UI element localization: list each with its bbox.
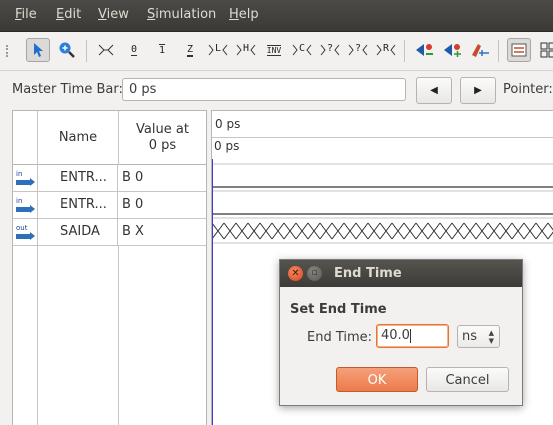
header-value[interactable]: Value at 0 ps xyxy=(119,111,206,165)
header-icon-cell xyxy=(13,111,38,165)
input-pin-icon: in xyxy=(13,192,38,218)
section-heading: Set End Time xyxy=(290,302,387,317)
waveform-view-icon[interactable] xyxy=(507,38,531,62)
minimize-icon[interactable]: ▫ xyxy=(307,266,322,281)
signal-table: Name Value at 0 ps in ENTR... B 0 in ENT… xyxy=(12,110,207,425)
signal-name: ENTR... xyxy=(38,192,118,218)
master-time-bar-input[interactable]: 0 ps xyxy=(122,78,406,101)
pointer-label: Pointer: xyxy=(503,82,553,97)
snap-to-transition-icon[interactable] xyxy=(412,38,436,62)
menu-edit[interactable]: Edit xyxy=(56,7,81,22)
next-transition-button[interactable]: ▶ xyxy=(460,77,496,104)
triangle-left-icon: ◀ xyxy=(430,85,438,96)
header-name[interactable]: Name xyxy=(38,111,119,165)
cancel-button[interactable]: Cancel xyxy=(426,367,509,392)
arbitrary-value-icon[interactable]: ? xyxy=(346,38,370,62)
table-row[interactable]: in ENTR... B 0 xyxy=(13,192,206,219)
dialog-titlebar[interactable]: ✕ ▫ End Time xyxy=(280,260,522,287)
toolbar-grip[interactable] xyxy=(6,45,12,57)
weak-low-icon[interactable]: L xyxy=(206,38,230,62)
menu-simulation[interactable]: Simulation xyxy=(147,7,216,22)
input-pin-icon: in xyxy=(13,165,38,191)
random-values-icon[interactable]: R xyxy=(374,38,398,62)
menu-help[interactable]: Help xyxy=(229,7,259,22)
menu-file[interactable]: File xyxy=(15,7,37,22)
toolbar-separator xyxy=(404,40,405,62)
menu-bar: File Edit View Simulation Help xyxy=(0,0,553,32)
close-icon[interactable]: ✕ xyxy=(288,266,303,281)
spin-arrows-icon: ▲ ▼ xyxy=(488,329,494,345)
menu-view[interactable]: View xyxy=(98,7,129,22)
end-time-input[interactable]: 40.0 xyxy=(376,324,449,348)
invert-icon[interactable]: INV xyxy=(262,38,286,62)
signal-name: SAIDA xyxy=(38,219,118,245)
toolbar: 0 1 Z L H INV C ? ? R xyxy=(0,32,553,71)
high-impedance-icon[interactable]: Z xyxy=(178,38,202,62)
signal-value: B 0 xyxy=(122,170,144,185)
random-value-icon[interactable]: ? xyxy=(318,38,342,62)
forcing-low-icon[interactable]: 0 xyxy=(122,38,146,62)
forcing-high-icon[interactable]: 1 xyxy=(150,38,174,62)
dont-care-value-icon[interactable] xyxy=(94,38,118,62)
ok-button[interactable]: OK xyxy=(336,367,418,392)
pointer-tool-icon[interactable] xyxy=(26,38,50,62)
zoom-tool-icon[interactable] xyxy=(55,38,79,62)
time-unit-select[interactable]: ns ▲ ▼ xyxy=(457,325,500,348)
weak-high-icon[interactable]: H xyxy=(234,38,258,62)
count-value-icon[interactable]: C xyxy=(290,38,314,62)
toolbar-separator xyxy=(498,40,499,62)
signal-value: B X xyxy=(122,224,144,239)
dialog-title: End Time xyxy=(334,266,402,281)
wave-edit-icon[interactable] xyxy=(468,38,492,62)
toolbar-separator xyxy=(86,40,87,62)
table-row[interactable]: out SAIDA B X xyxy=(13,219,206,246)
grid-view-icon[interactable] xyxy=(536,38,553,62)
triangle-right-icon: ▶ xyxy=(474,85,482,96)
master-time-bar-label: Master Time Bar: xyxy=(12,82,123,97)
zoom-in-wave-icon[interactable] xyxy=(440,38,464,62)
signal-name: ENTR... xyxy=(38,165,118,191)
signal-value: B 0 xyxy=(122,197,144,212)
end-time-label: End Time: xyxy=(307,330,373,345)
time-cursor[interactable] xyxy=(212,159,213,425)
table-row[interactable]: in ENTR... B 0 xyxy=(13,165,206,192)
end-time-dialog: ✕ ▫ End Time Set End Time End Time: 40.0… xyxy=(279,259,523,406)
previous-transition-button[interactable]: ◀ xyxy=(416,77,452,104)
output-pin-icon: out xyxy=(13,219,38,245)
